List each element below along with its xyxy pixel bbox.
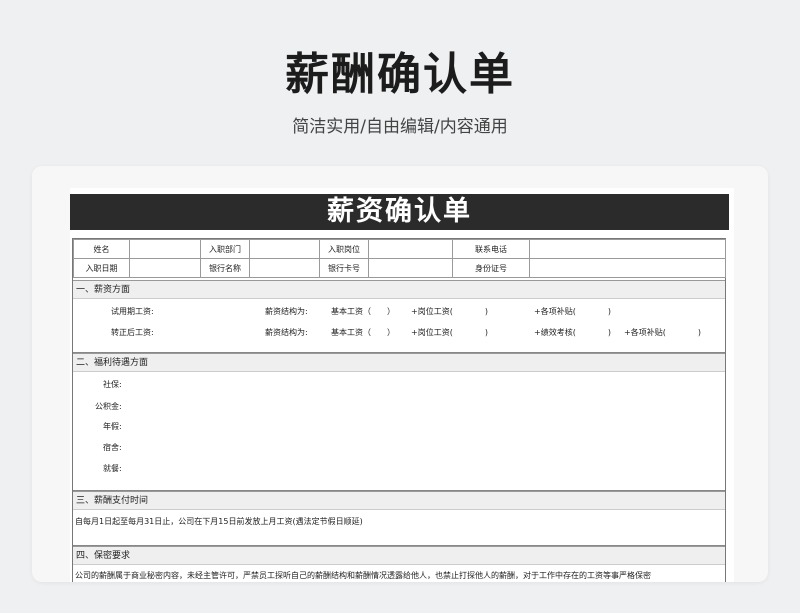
confidential-text: 公司的薪酬属于商业秘密内容，未经主管许可，严禁员工探听自己的薪酬结构和薪酬情况透… (75, 571, 651, 580)
page-subtitle: 简洁实用/自由编辑/内容通用 (292, 117, 508, 137)
field-bank-name[interactable] (249, 258, 320, 278)
label-entry-date: 入职日期 (73, 258, 130, 278)
section-benefits-heading: 二、福利待遇方面 (73, 353, 725, 372)
document-title: 薪资确认单 (70, 194, 729, 230)
section-payment-heading: 三、薪酬支付时间 (73, 491, 725, 510)
regular-structure-label: 薪资结构为: (265, 328, 308, 337)
trial-basic-salary[interactable]: 基本工资（ ） (331, 306, 395, 317)
regular-allowances[interactable]: +各项补贴( ) (624, 327, 701, 338)
label-position: 入职岗位 (319, 239, 369, 259)
section-salary-heading: 一、薪资方面 (73, 280, 725, 299)
trial-salary-label: 试用期工资: (111, 307, 154, 316)
page-title: 薪酬确认单 (285, 49, 515, 100)
document-sheet: 薪资确认单 姓名 入职部门 入职岗位 联系电话 入职日期 银行名称 银行卡号 身… (70, 188, 734, 582)
info-row-1: 姓名 入职部门 入职岗位 联系电话 (73, 239, 726, 259)
trial-post-salary[interactable]: +岗位工资( ) (411, 306, 488, 317)
info-row-2: 入职日期 银行名称 银行卡号 身份证号 (73, 258, 726, 278)
trial-structure-label: 薪资结构为: (265, 307, 308, 316)
benefit-social-insurance: 社保: (103, 380, 122, 389)
regular-basic-salary[interactable]: 基本工资（ ） (331, 327, 395, 338)
label-bank-name: 银行名称 (200, 258, 250, 278)
regular-salary-label: 转正后工资: (111, 328, 154, 337)
benefit-housing-fund: 公积金: (95, 402, 122, 411)
field-phone[interactable] (529, 239, 726, 259)
regular-post-salary[interactable]: +岗位工资( ) (411, 327, 488, 338)
section-confidential-heading: 四、保密要求 (73, 546, 725, 565)
preview-card: 薪资确认单 姓名 入职部门 入职岗位 联系电话 入职日期 银行名称 银行卡号 身… (32, 166, 768, 582)
label-card-number: 银行卡号 (319, 258, 369, 278)
label-phone: 联系电话 (452, 239, 530, 259)
trial-allowances[interactable]: +各项补贴( ) (534, 306, 611, 317)
benefit-dormitory: 宿舍: (103, 443, 122, 452)
field-position[interactable] (368, 239, 453, 259)
label-department: 入职部门 (200, 239, 250, 259)
label-name: 姓名 (73, 239, 130, 259)
info-table: 姓名 入职部门 入职岗位 联系电话 入职日期 银行名称 银行卡号 身份证号 (73, 239, 726, 278)
regular-performance[interactable]: +绩效考核( ) (534, 327, 611, 338)
benefit-annual-leave: 年假: (103, 422, 122, 431)
field-department[interactable] (249, 239, 320, 259)
field-id-number[interactable] (529, 258, 726, 278)
payment-time-text: 自每月1日起至每月31日止，公司在下月15日前发放上月工资(遇法定节假日顺延) (75, 517, 363, 526)
field-card-number[interactable] (368, 258, 453, 278)
benefit-meals: 就餐: (103, 464, 122, 473)
field-entry-date[interactable] (129, 258, 201, 278)
label-id-number: 身份证号 (452, 258, 530, 278)
form-frame: 姓名 入职部门 入职岗位 联系电话 入职日期 银行名称 银行卡号 身份证号 一、… (72, 238, 726, 582)
field-name[interactable] (129, 239, 201, 259)
